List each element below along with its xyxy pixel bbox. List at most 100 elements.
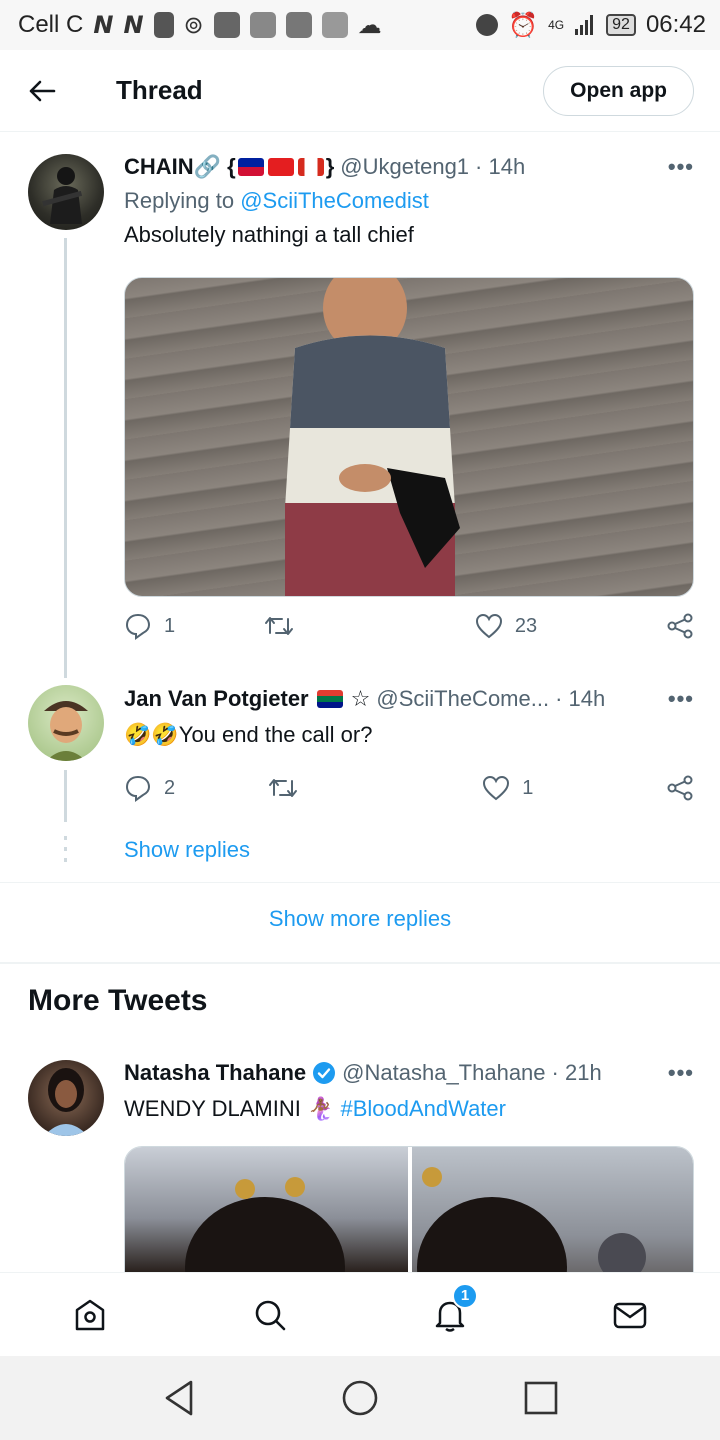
author-name[interactable]: Jan Van Potgieter: [124, 686, 309, 712]
child-photo-icon: [285, 278, 460, 596]
status-bar: Cell C 𝙉 𝙉 ⊚ ☁ ⏰ 4G 92 06:42: [0, 0, 720, 50]
like-button[interactable]: 1: [482, 775, 533, 801]
notification-n2-icon: 𝙉: [123, 11, 144, 39]
tweet-photo[interactable]: [124, 277, 694, 597]
nav-home[interactable]: [60, 1285, 120, 1345]
retweet-icon: [265, 617, 293, 635]
reply-icon: [125, 613, 151, 640]
replying-to: Replying to @SciiTheComedist: [124, 188, 694, 214]
south-africa-flag-icon: [316, 690, 343, 708]
battery-level: 92: [612, 16, 630, 33]
more-options-icon[interactable]: •••: [668, 1060, 694, 1086]
author-name[interactable]: CHAIN🔗 {: [124, 154, 236, 180]
like-button[interactable]: 23: [475, 613, 537, 639]
tweet-time[interactable]: · 14h: [555, 686, 605, 712]
back-button[interactable]: [0, 50, 84, 132]
tweet[interactable]: Natasha Thahane @Natasha_Thahane · 21h •…: [0, 1048, 720, 1272]
search-icon: [255, 1300, 286, 1330]
page-title: Thread: [116, 75, 203, 105]
tweet-time[interactable]: · 21h: [552, 1060, 602, 1086]
nav-search[interactable]: [240, 1285, 300, 1345]
soldier-figure-icon: [42, 167, 83, 224]
woman-portrait-icon: [44, 1068, 88, 1136]
clock: 06:42: [645, 11, 706, 38]
verified-badge-icon: [313, 1062, 336, 1084]
like-count: 1: [522, 776, 534, 799]
tweet-photo-2[interactable]: [412, 1147, 693, 1272]
more-options-icon[interactable]: •••: [668, 154, 694, 180]
divider: [0, 962, 720, 964]
tweet[interactable]: Jan Van Potgieter ☆ @SciiTheCome... · 14…: [0, 672, 720, 882]
author-handle[interactable]: @Ukgeteng1: [340, 154, 469, 180]
woman-photo-icon: [185, 1177, 345, 1272]
system-recents-icon[interactable]: [523, 1380, 559, 1416]
thread-line: [64, 770, 67, 822]
heart-icon: [475, 613, 502, 639]
cloud-icon: ☁: [357, 11, 382, 39]
share-button[interactable]: [666, 774, 694, 802]
battery-icon: 92: [606, 14, 636, 36]
nav-messages[interactable]: [600, 1285, 660, 1345]
reply-count: 2: [164, 776, 176, 799]
reply-icon: [125, 775, 151, 802]
reply-button[interactable]: 1: [124, 612, 175, 640]
tweet-photo-grid[interactable]: [124, 1146, 694, 1272]
replying-to-link[interactable]: @SciiTheComedist: [240, 188, 429, 213]
reply-button[interactable]: 2: [124, 774, 175, 802]
tweet-text: Absolutely nathingi a tall chief: [124, 222, 414, 247]
woman-photo-icon: [417, 1167, 646, 1272]
star-badge: ☆: [350, 686, 371, 711]
bottom-navigation: 1: [0, 1272, 720, 1356]
canada-flag-icon: [297, 158, 324, 176]
system-home-icon[interactable]: [340, 1378, 380, 1418]
show-replies-link[interactable]: Show replies: [124, 837, 250, 863]
albania-flag-icon: [267, 158, 294, 176]
activity-icon: [285, 12, 312, 38]
share-button[interactable]: [666, 612, 694, 640]
author-name[interactable]: Natasha Thahane: [124, 1060, 306, 1086]
nav-notifications[interactable]: 1: [420, 1282, 480, 1345]
avatar[interactable]: [28, 154, 104, 230]
retweet-icon: [268, 779, 297, 797]
network-label: 4G: [548, 18, 565, 32]
signal-icon: [575, 15, 594, 35]
arrow-left-icon: [29, 80, 56, 101]
sync-icon: ⊚: [183, 11, 204, 39]
tweet-text-container: WENDY DLAMINI 🧜🏾‍♀️ #BloodAndWater: [124, 1094, 694, 1124]
alarm-icon: ⏰: [508, 11, 539, 39]
thread-dots: [64, 836, 67, 866]
dnd-icon: [476, 14, 499, 36]
tweet-text: 🤣🤣You end the call or?: [124, 722, 373, 747]
divider: [0, 882, 720, 883]
messages-icon: [613, 1302, 647, 1328]
top-header: Thread Open app: [0, 50, 720, 132]
author-handle[interactable]: @SciiTheCome...: [376, 686, 549, 712]
avatar[interactable]: [28, 685, 104, 761]
show-more-replies-link[interactable]: Show more replies: [0, 906, 720, 932]
tweet-header: CHAIN🔗 { } @Ukgeteng1 · 14h •••: [124, 152, 694, 182]
sd-card-icon: [153, 12, 174, 38]
heart-icon: [483, 775, 510, 801]
retweet-button[interactable]: [268, 775, 310, 801]
author-handle[interactable]: @Natasha_Thahane: [342, 1060, 545, 1086]
notification-badge: 1: [452, 1282, 478, 1309]
tweet-photo-1[interactable]: [125, 1147, 408, 1272]
tweet[interactable]: CHAIN🔗 { } @Ukgeteng1 · 14h ••• Replying…: [0, 132, 720, 678]
system-back-icon[interactable]: [161, 1378, 197, 1418]
share-icon: [667, 775, 693, 801]
tweet-time[interactable]: · 14h: [475, 154, 525, 180]
system-navigation: [0, 1356, 720, 1440]
author-name-suffix: }: [325, 154, 335, 179]
more-options-icon[interactable]: •••: [668, 686, 694, 712]
carrier-label: Cell C: [18, 11, 84, 38]
avatar[interactable]: [28, 1060, 104, 1136]
retweet-button[interactable]: [264, 613, 306, 639]
thread-line: [64, 238, 67, 678]
tweet-header: Jan Van Potgieter ☆ @SciiTheCome... · 14…: [124, 684, 694, 714]
replying-prefix: Replying to: [124, 188, 235, 213]
hashtag-link[interactable]: #BloodAndWater: [340, 1096, 506, 1121]
open-app-button[interactable]: Open app: [543, 65, 694, 116]
tweet-text: WENDY DLAMINI 🧜🏾‍♀️: [124, 1096, 335, 1121]
reply-count: 1: [164, 614, 176, 637]
like-count: 23: [514, 614, 538, 637]
